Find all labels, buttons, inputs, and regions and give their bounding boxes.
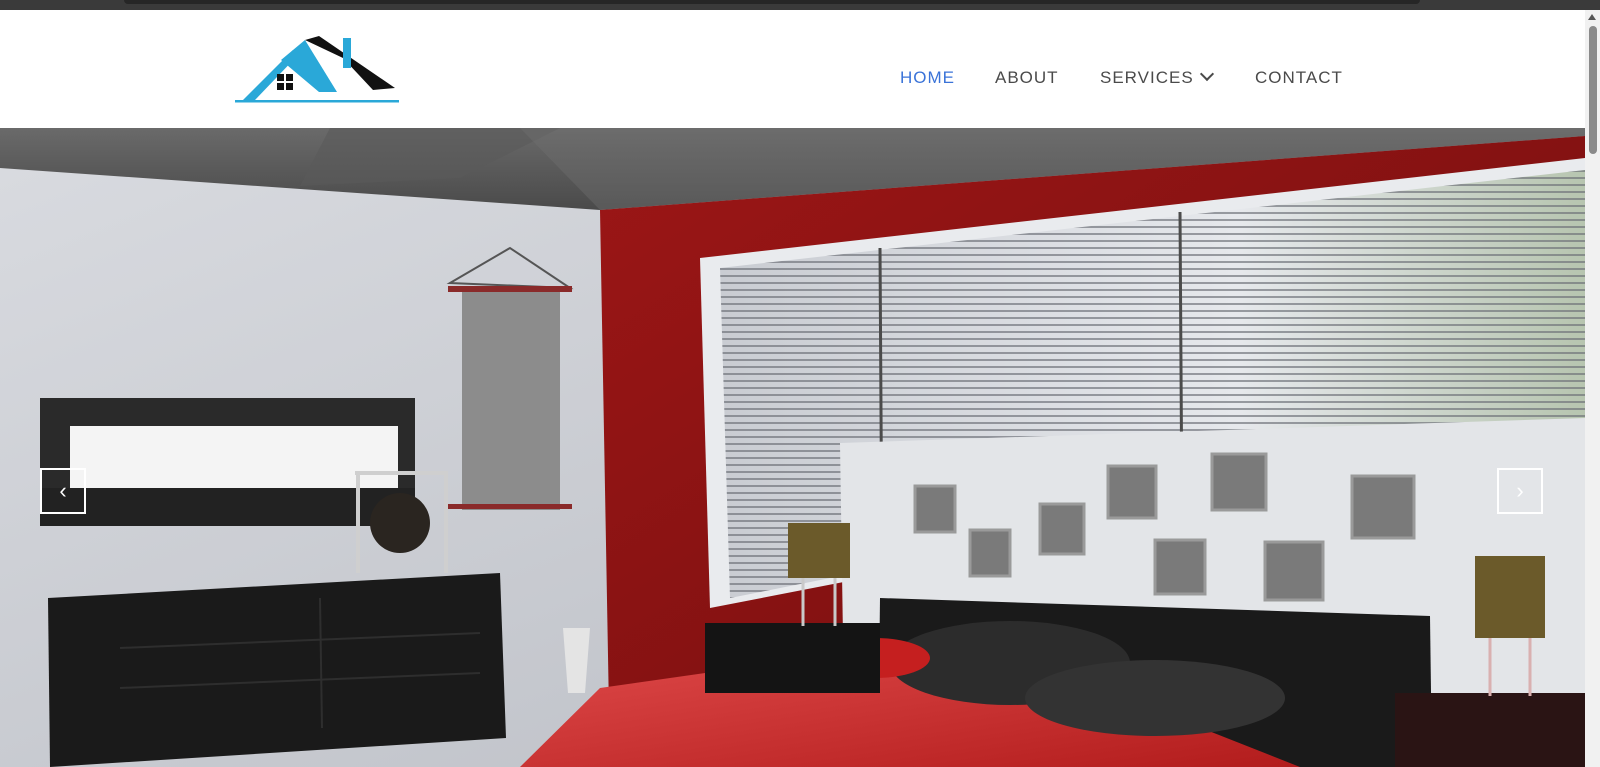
site-header: HOME ABOUT SERVICES CONTACT	[0, 10, 1585, 128]
chevron-left-icon: ‹	[59, 478, 67, 503]
main-nav: HOME ABOUT SERVICES CONTACT	[0, 66, 1585, 88]
page-scrollbar[interactable]	[1585, 10, 1600, 767]
nav-home[interactable]: HOME	[900, 68, 955, 88]
nav-contact-label: CONTACT	[1255, 68, 1343, 87]
scroll-up-icon[interactable]	[1588, 14, 1596, 20]
nav-services[interactable]: SERVICES	[1100, 66, 1214, 88]
hero-carousel: ‹ ›	[0, 128, 1585, 767]
chevron-down-icon	[1199, 66, 1214, 82]
nav-home-label: HOME	[900, 68, 955, 87]
nav-about-label: ABOUT	[995, 68, 1059, 87]
nav-services-label: SERVICES	[1100, 68, 1194, 87]
carousel-prev-button[interactable]: ‹	[40, 468, 86, 514]
browser-top-strip	[0, 0, 1600, 10]
chevron-right-icon: ›	[1516, 478, 1524, 503]
nav-about[interactable]: ABOUT	[995, 68, 1059, 88]
bedroom-slide-image	[0, 128, 1585, 767]
browser-top-strip-inner	[124, 0, 1420, 4]
carousel-next-button[interactable]: ›	[1497, 468, 1543, 514]
scrollbar-thumb[interactable]	[1589, 26, 1597, 154]
nav-contact[interactable]: CONTACT	[1255, 68, 1343, 88]
